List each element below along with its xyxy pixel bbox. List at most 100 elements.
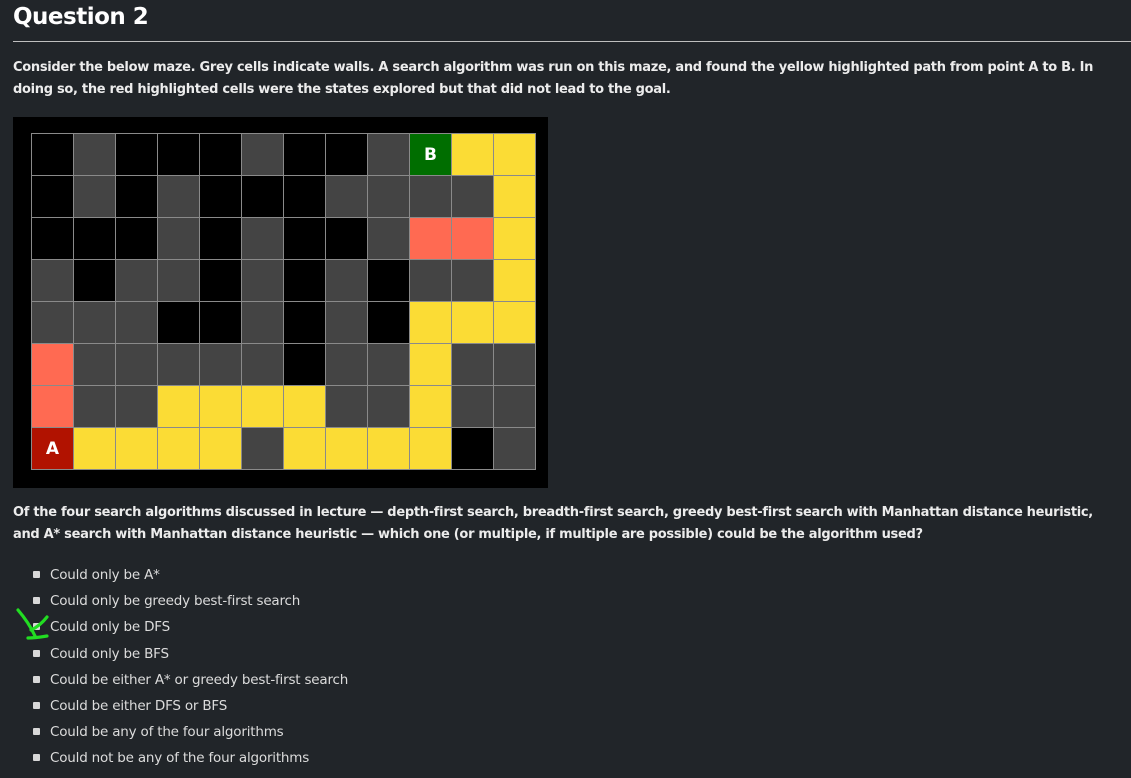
maze-cell-open	[284, 176, 325, 217]
maze-cell-open	[116, 176, 157, 217]
answer-option[interactable]: Could only be A*	[33, 562, 348, 588]
maze-cell-open	[242, 176, 283, 217]
maze-cell-open	[284, 218, 325, 259]
maze-cell-path	[200, 386, 241, 427]
maze-cell-open	[32, 134, 73, 175]
maze-cell-path	[452, 302, 493, 343]
maze-cell-open	[452, 428, 493, 469]
maze-cell-wall	[410, 176, 451, 217]
maze-cell-wall	[74, 176, 115, 217]
answer-option[interactable]: Could be any of the four algorithms	[33, 719, 348, 745]
maze-cell-path	[326, 428, 367, 469]
maze-cell-path	[74, 428, 115, 469]
maze-cell-wall	[32, 260, 73, 301]
maze-cell-wall	[158, 218, 199, 259]
maze-cell-path	[368, 428, 409, 469]
maze-cell-path	[158, 428, 199, 469]
maze-cell-path	[494, 260, 535, 301]
maze-cell-explored	[32, 344, 73, 385]
maze-cell-wall	[368, 134, 409, 175]
answer-option-label: Could only be greedy best-first search	[50, 593, 301, 610]
maze-cell-wall	[326, 344, 367, 385]
maze-cell-explored	[32, 386, 73, 427]
maze-cell-path	[200, 428, 241, 469]
bullet-icon	[33, 701, 40, 709]
maze-cell-wall	[116, 344, 157, 385]
maze-cell-wall	[368, 218, 409, 259]
maze-cell-open	[200, 302, 241, 343]
maze-cell-wall	[452, 386, 493, 427]
maze-cell-wall	[494, 344, 535, 385]
maze-cell-wall	[32, 302, 73, 343]
answer-option[interactable]: Could not be any of the four algorithms	[33, 745, 348, 771]
bullet-icon	[33, 571, 40, 578]
maze-cell-wall	[494, 428, 535, 469]
maze-cell-wall	[158, 260, 199, 301]
maze-cell-path	[284, 386, 325, 427]
maze-image: BA	[13, 117, 548, 488]
answer-option[interactable]: Could be either A* or greedy best-first …	[33, 667, 348, 693]
maze-cell-wall	[368, 176, 409, 217]
maze-cell-wall	[242, 218, 283, 259]
maze-cell-open	[200, 218, 241, 259]
maze-cell-open	[326, 218, 367, 259]
maze-cell-wall	[452, 344, 493, 385]
answer-option[interactable]: Could only be BFS	[33, 641, 348, 667]
maze-cell-explored	[410, 218, 451, 259]
maze-cell-open	[200, 260, 241, 301]
question-title: Question 2	[13, 4, 149, 30]
question-followup: Of the four search algorithms discussed …	[13, 505, 1093, 542]
maze-cell-wall	[326, 176, 367, 217]
maze-cell-open	[284, 344, 325, 385]
maze-cell-path	[242, 386, 283, 427]
maze-cell-open	[116, 134, 157, 175]
maze-cell-path	[284, 428, 325, 469]
maze-cell-wall	[368, 386, 409, 427]
answer-option[interactable]: Could be either DFS or BFS	[33, 693, 348, 719]
maze-cell-wall	[158, 176, 199, 217]
handwritten-x-mark-icon	[16, 608, 49, 640]
maze-cell-path	[452, 134, 493, 175]
maze-cell-path	[158, 386, 199, 427]
maze-cell-open	[158, 134, 199, 175]
maze-cell-wall	[326, 302, 367, 343]
bullet-icon	[33, 754, 40, 762]
maze-cell-open	[200, 134, 241, 175]
maze-cell-path	[116, 428, 157, 469]
maze-cell-open	[74, 260, 115, 301]
maze-cell-wall	[116, 302, 157, 343]
maze-cell-open	[368, 260, 409, 301]
maze-cell-path	[410, 344, 451, 385]
start-label: A	[45, 438, 60, 459]
maze-cell-path	[410, 386, 451, 427]
maze-cell-wall	[326, 386, 367, 427]
maze-cell-wall	[326, 260, 367, 301]
maze-cell-wall	[452, 176, 493, 217]
bullet-icon	[33, 728, 40, 736]
maze-start-cell: A	[32, 428, 73, 469]
maze-cell-wall	[74, 344, 115, 385]
maze-cell-path	[494, 302, 535, 343]
answer-option-label: Could be either A* or greedy best-first …	[50, 671, 349, 688]
maze-cell-open	[284, 302, 325, 343]
maze-cell-wall	[410, 260, 451, 301]
maze-cell-path	[410, 302, 451, 343]
maze-cell-wall	[116, 386, 157, 427]
maze-cell-open	[74, 218, 115, 259]
maze-cell-wall	[242, 428, 283, 469]
maze-cell-path	[494, 176, 535, 217]
maze-cell-open	[32, 218, 73, 259]
maze-cell-wall	[242, 344, 283, 385]
maze-cell-explored	[452, 218, 493, 259]
answer-option[interactable]: Could only be DFS	[33, 614, 348, 640]
answer-option-label: Could only be BFS	[50, 645, 169, 662]
maze-cell-wall	[242, 260, 283, 301]
maze-cell-path	[494, 134, 535, 175]
answer-options: Could only be A* Could only be greedy bes…	[33, 562, 348, 772]
maze-cell-wall	[74, 386, 115, 427]
answer-option[interactable]: Could only be greedy best-first search	[33, 588, 348, 614]
bullet-icon	[33, 649, 40, 657]
maze-cell-open	[200, 176, 241, 217]
maze-cell-open	[284, 134, 325, 175]
maze-cell-wall	[158, 344, 199, 385]
